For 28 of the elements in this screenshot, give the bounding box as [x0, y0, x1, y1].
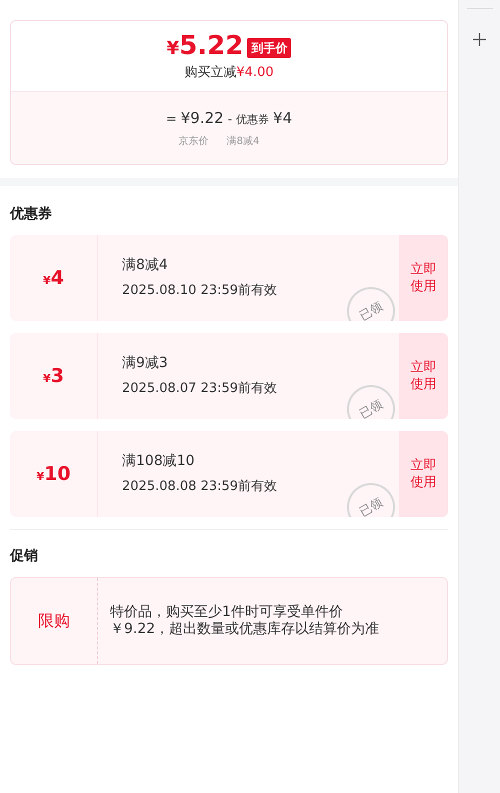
coupon-expiry: 2025.08.08 23:59前有效 [122, 478, 278, 496]
price-tag: 到手价 [247, 38, 292, 58]
coupon-expiry: 2025.08.07 23:59前有效 [122, 380, 278, 398]
minus-sign: - [228, 111, 232, 128]
use-now-button[interactable]: 立即使用 [399, 235, 448, 321]
use-now-button[interactable]: 立即使用 [399, 431, 448, 517]
equals-sign: = [166, 111, 177, 130]
section-title: 促销 [10, 547, 39, 566]
base-caption: 京东价 [178, 134, 209, 149]
final-price: ¥5.22 [166, 31, 244, 63]
promotion-tag: 限购 [38, 609, 70, 633]
coupon-value: ¥10 [36, 462, 71, 487]
coupon-condition: 满108减10 [122, 452, 196, 472]
section-title: 优惠券 [10, 205, 53, 224]
coupon-condition: 满9减3 [122, 354, 169, 374]
plus-icon[interactable] [473, 33, 486, 46]
coupon-amount: ¥4 [273, 108, 292, 130]
coupon-condition: 满8减4 [122, 256, 169, 276]
coupon-value: ¥3 [43, 364, 64, 389]
coupon-caption: 满8减4 [226, 134, 260, 149]
coupon-expiry: 2025.08.10 23:59前有效 [122, 282, 278, 300]
promotion-description: 特价品，购买至少1件时可享受单件价￥9.22，超出数量或优惠库存以结算价为准 [110, 604, 380, 638]
use-now-button[interactable]: 立即使用 [399, 333, 448, 419]
coupon-value: ¥4 [43, 266, 64, 291]
base-price: ¥9.22 [180, 108, 224, 130]
saving-label: 购买立减 [184, 65, 236, 81]
saving-amount: ¥4.00 [236, 65, 274, 81]
coupon-label: 优惠券 [236, 112, 270, 128]
